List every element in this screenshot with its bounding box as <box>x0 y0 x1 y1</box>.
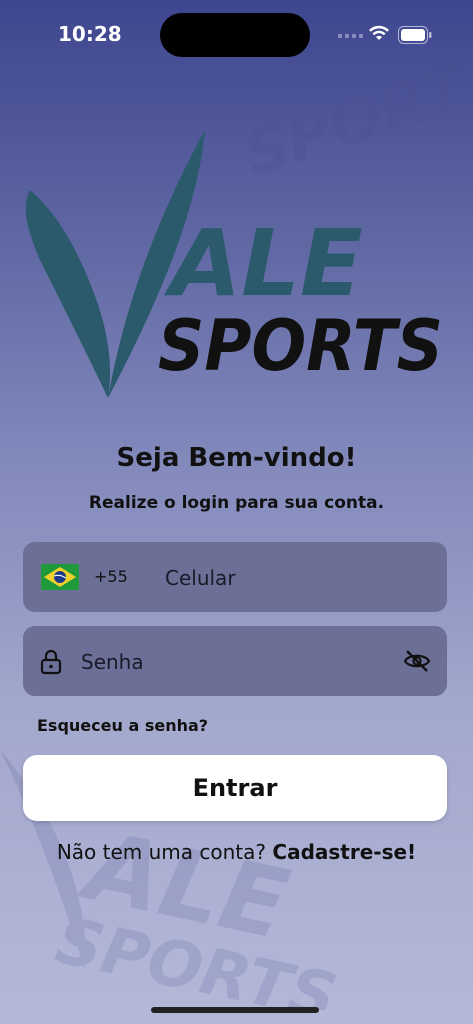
dynamic-island <box>160 13 310 57</box>
login-button[interactable]: Entrar <box>23 755 447 821</box>
signup-question: Não tem uma conta? <box>56 840 267 864</box>
password-input[interactable] <box>79 640 383 684</box>
forgot-password-link[interactable]: Esqueceu a senha? <box>37 716 208 735</box>
eye-off-icon[interactable] <box>403 649 431 673</box>
lock-icon <box>40 649 62 675</box>
signup-row: Não tem uma conta? Cadastre-se! <box>0 840 473 864</box>
v-leaf-left <box>25 190 111 398</box>
password-field[interactable] <box>23 626 447 696</box>
vale-sports-logo: ALE SPORTS <box>25 130 443 398</box>
welcome-title: Seja Bem-vindo! <box>116 443 357 473</box>
home-indicator[interactable] <box>151 1007 319 1013</box>
cellular-signal-icon <box>338 34 363 38</box>
logo-word-ale: ALE <box>164 210 363 317</box>
phone-field[interactable]: +55 <box>23 542 447 612</box>
wifi-icon <box>369 25 389 40</box>
signup-link[interactable]: Cadastre-se! <box>272 840 416 864</box>
status-time: 10:28 <box>58 22 122 46</box>
country-code[interactable]: +55 <box>94 567 128 586</box>
brazil-flag-icon[interactable] <box>41 564 79 590</box>
phone-input[interactable] <box>163 556 427 600</box>
login-subtitle: Realize o login para sua conta. <box>88 493 385 513</box>
logo-word-sports: SPORTS <box>158 305 443 387</box>
